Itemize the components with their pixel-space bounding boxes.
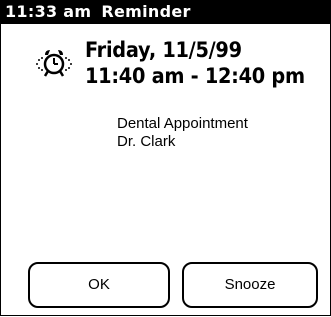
reminder-dialog: 11:33 am Reminder Friday, 11/5/99 11:40 a…: [0, 0, 331, 316]
title-bar-time: 11:33 am: [5, 2, 92, 21]
description-line-2: Dr. Clark: [117, 133, 176, 150]
title-bar-title: Reminder: [101, 2, 191, 21]
reminder-time-range: 11:40 am - 12:40 pm: [85, 64, 305, 88]
snooze-button[interactable]: Snooze: [182, 262, 318, 308]
alarm-clock-icon: [36, 50, 72, 77]
reminder-description: Dental Appointment Dr. Clark: [117, 115, 248, 151]
ok-button[interactable]: OK: [28, 262, 170, 308]
description-line-1: Dental Appointment: [117, 115, 248, 132]
reminder-date: Friday, 11/5/99: [85, 38, 242, 62]
title-bar: 11:33 am Reminder: [1, 0, 330, 24]
